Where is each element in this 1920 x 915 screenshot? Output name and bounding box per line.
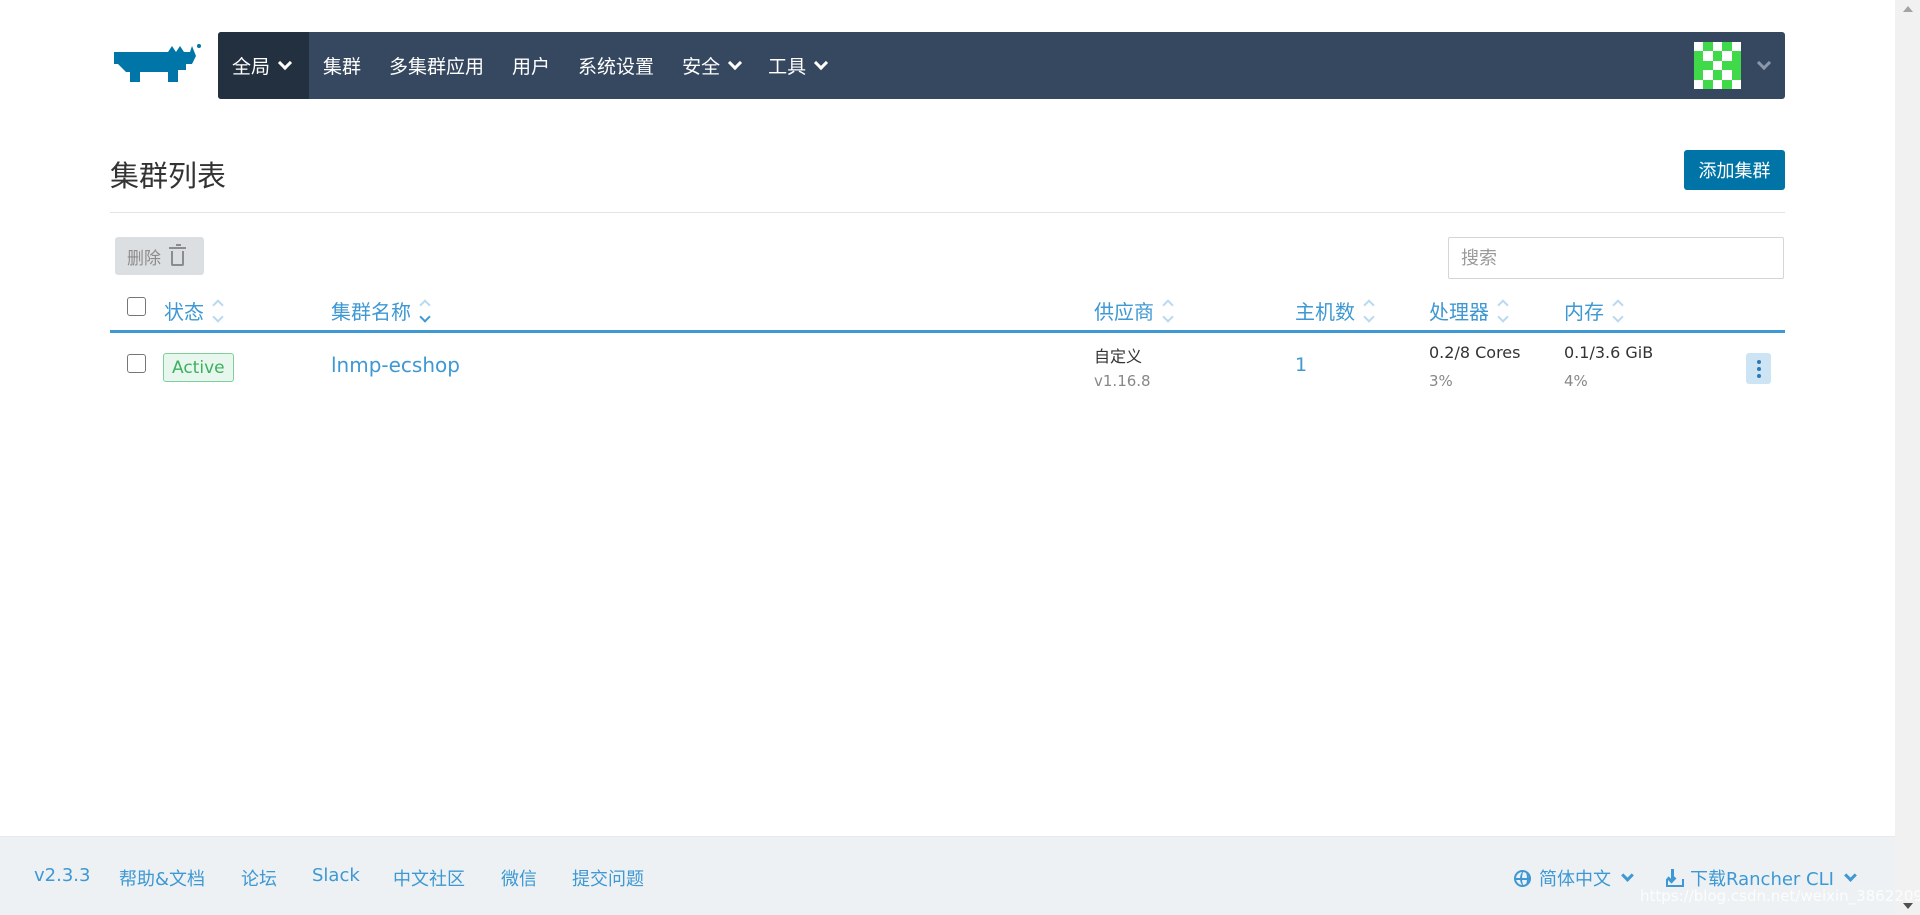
provider-cell: 自定义 [1094,347,1143,366]
column-header-state[interactable]: 状态 [164,296,224,325]
footer-community-link[interactable]: 中文社区 [393,865,465,891]
cpu-usage: 0.2/8 Cores [1429,343,1521,362]
delete-button-label: 删除 [127,248,161,269]
rancher-logo[interactable] [110,42,202,88]
nav-users-label: 用户 [512,56,551,78]
nav-security-menu[interactable]: 安全 [668,32,754,99]
kebab-dot [1756,359,1761,364]
chevron-down-icon [1844,868,1857,882]
nav-clusters-label: 集群 [323,56,362,78]
sort-icon [1162,298,1174,323]
column-header-provider-label: 供应商 [1094,300,1154,324]
kebab-dot [1756,366,1761,371]
chevron-down-icon [728,55,743,70]
nav-clusters[interactable]: 集群 [309,32,375,99]
chevron-down-icon [1756,55,1772,70]
status-badge: Active [163,353,234,382]
trash-icon [169,243,186,266]
footer-forum-link[interactable]: 论坛 [241,865,277,891]
nav-security-label: 安全 [682,56,721,78]
sort-icon [1497,298,1509,323]
title-divider [110,212,1785,213]
column-header-provider[interactable]: 供应商 [1094,296,1174,325]
language-label: 简体中文 [1539,869,1611,890]
column-header-cpu-label: 处理器 [1429,300,1489,324]
nav-users[interactable]: 用户 [498,32,564,99]
nav-settings-label: 系统设置 [578,56,655,78]
column-header-nodes-label: 主机数 [1295,300,1355,324]
watermark: https://blog.csdn.net/weixin_38622094 [1640,887,1920,905]
sort-icon [212,298,224,323]
language-selector[interactable]: 简体中文 [1514,865,1634,891]
scroll-up-arrow-icon[interactable] [1903,6,1913,12]
nav-global-menu[interactable]: 全局 [218,32,309,99]
select-all-checkbox[interactable] [127,297,146,316]
sort-icon [1363,298,1375,323]
globe-icon [1514,869,1531,887]
row-actions-button[interactable] [1746,353,1771,384]
nav-multi-cluster-apps[interactable]: 多集群应用 [375,32,498,99]
memory-usage: 0.1/3.6 GiB [1564,343,1654,362]
column-header-memory[interactable]: 内存 [1564,296,1624,325]
chevron-down-icon [1621,868,1634,882]
user-menu[interactable] [1694,42,1772,89]
nav-tools-label: 工具 [768,56,807,78]
footer-file-issue-link[interactable]: 提交问题 [572,865,644,891]
top-navbar: 全局 集群 多集群应用 用户 系统设置 安全 工具 [218,32,1785,99]
kebab-dot [1756,373,1761,378]
cpu-percent: 3% [1429,372,1453,390]
column-header-name-label: 集群名称 [331,300,411,324]
nav-settings[interactable]: 系统设置 [564,32,668,99]
footer-version-link[interactable]: v2.3.3 [34,865,90,886]
column-header-name[interactable]: 集群名称 [331,296,431,325]
footer: v2.3.3 帮助&文档 论坛 Slack 中文社区 微信 提交问题 简体中文 … [0,836,1920,915]
add-cluster-button[interactable]: 添加集群 [1684,150,1785,190]
cluster-name-link[interactable]: lnmp-ecshop [331,353,460,377]
search-input[interactable] [1448,237,1784,279]
nav-global-label: 全局 [232,56,271,78]
chevron-down-icon [277,55,293,70]
provider-version: v1.16.8 [1094,372,1151,390]
column-header-state-label: 状态 [164,300,204,324]
column-header-nodes[interactable]: 主机数 [1295,296,1375,325]
sort-desc-icon [419,298,431,323]
column-header-cpu[interactable]: 处理器 [1429,296,1509,325]
row-checkbox[interactable] [127,354,146,373]
column-header-memory-label: 内存 [1564,300,1604,324]
delete-button[interactable]: 删除 [115,237,204,275]
download-icon [1666,869,1684,887]
memory-percent: 4% [1564,372,1588,390]
footer-slack-link[interactable]: Slack [312,865,360,886]
nav-multi-cluster-apps-label: 多集群应用 [389,56,485,78]
table-header-underline [110,330,1785,333]
sort-icon [1612,298,1624,323]
nav-tools-menu[interactable]: 工具 [754,32,840,99]
footer-help-docs-link[interactable]: 帮助&文档 [119,865,205,891]
nodes-count-link[interactable]: 1 [1295,354,1307,376]
page-title: 集群列表 [110,159,227,193]
footer-wechat-link[interactable]: 微信 [501,865,537,891]
vertical-scrollbar[interactable] [1895,0,1920,915]
avatar[interactable] [1694,42,1741,89]
chevron-down-icon [814,55,829,70]
